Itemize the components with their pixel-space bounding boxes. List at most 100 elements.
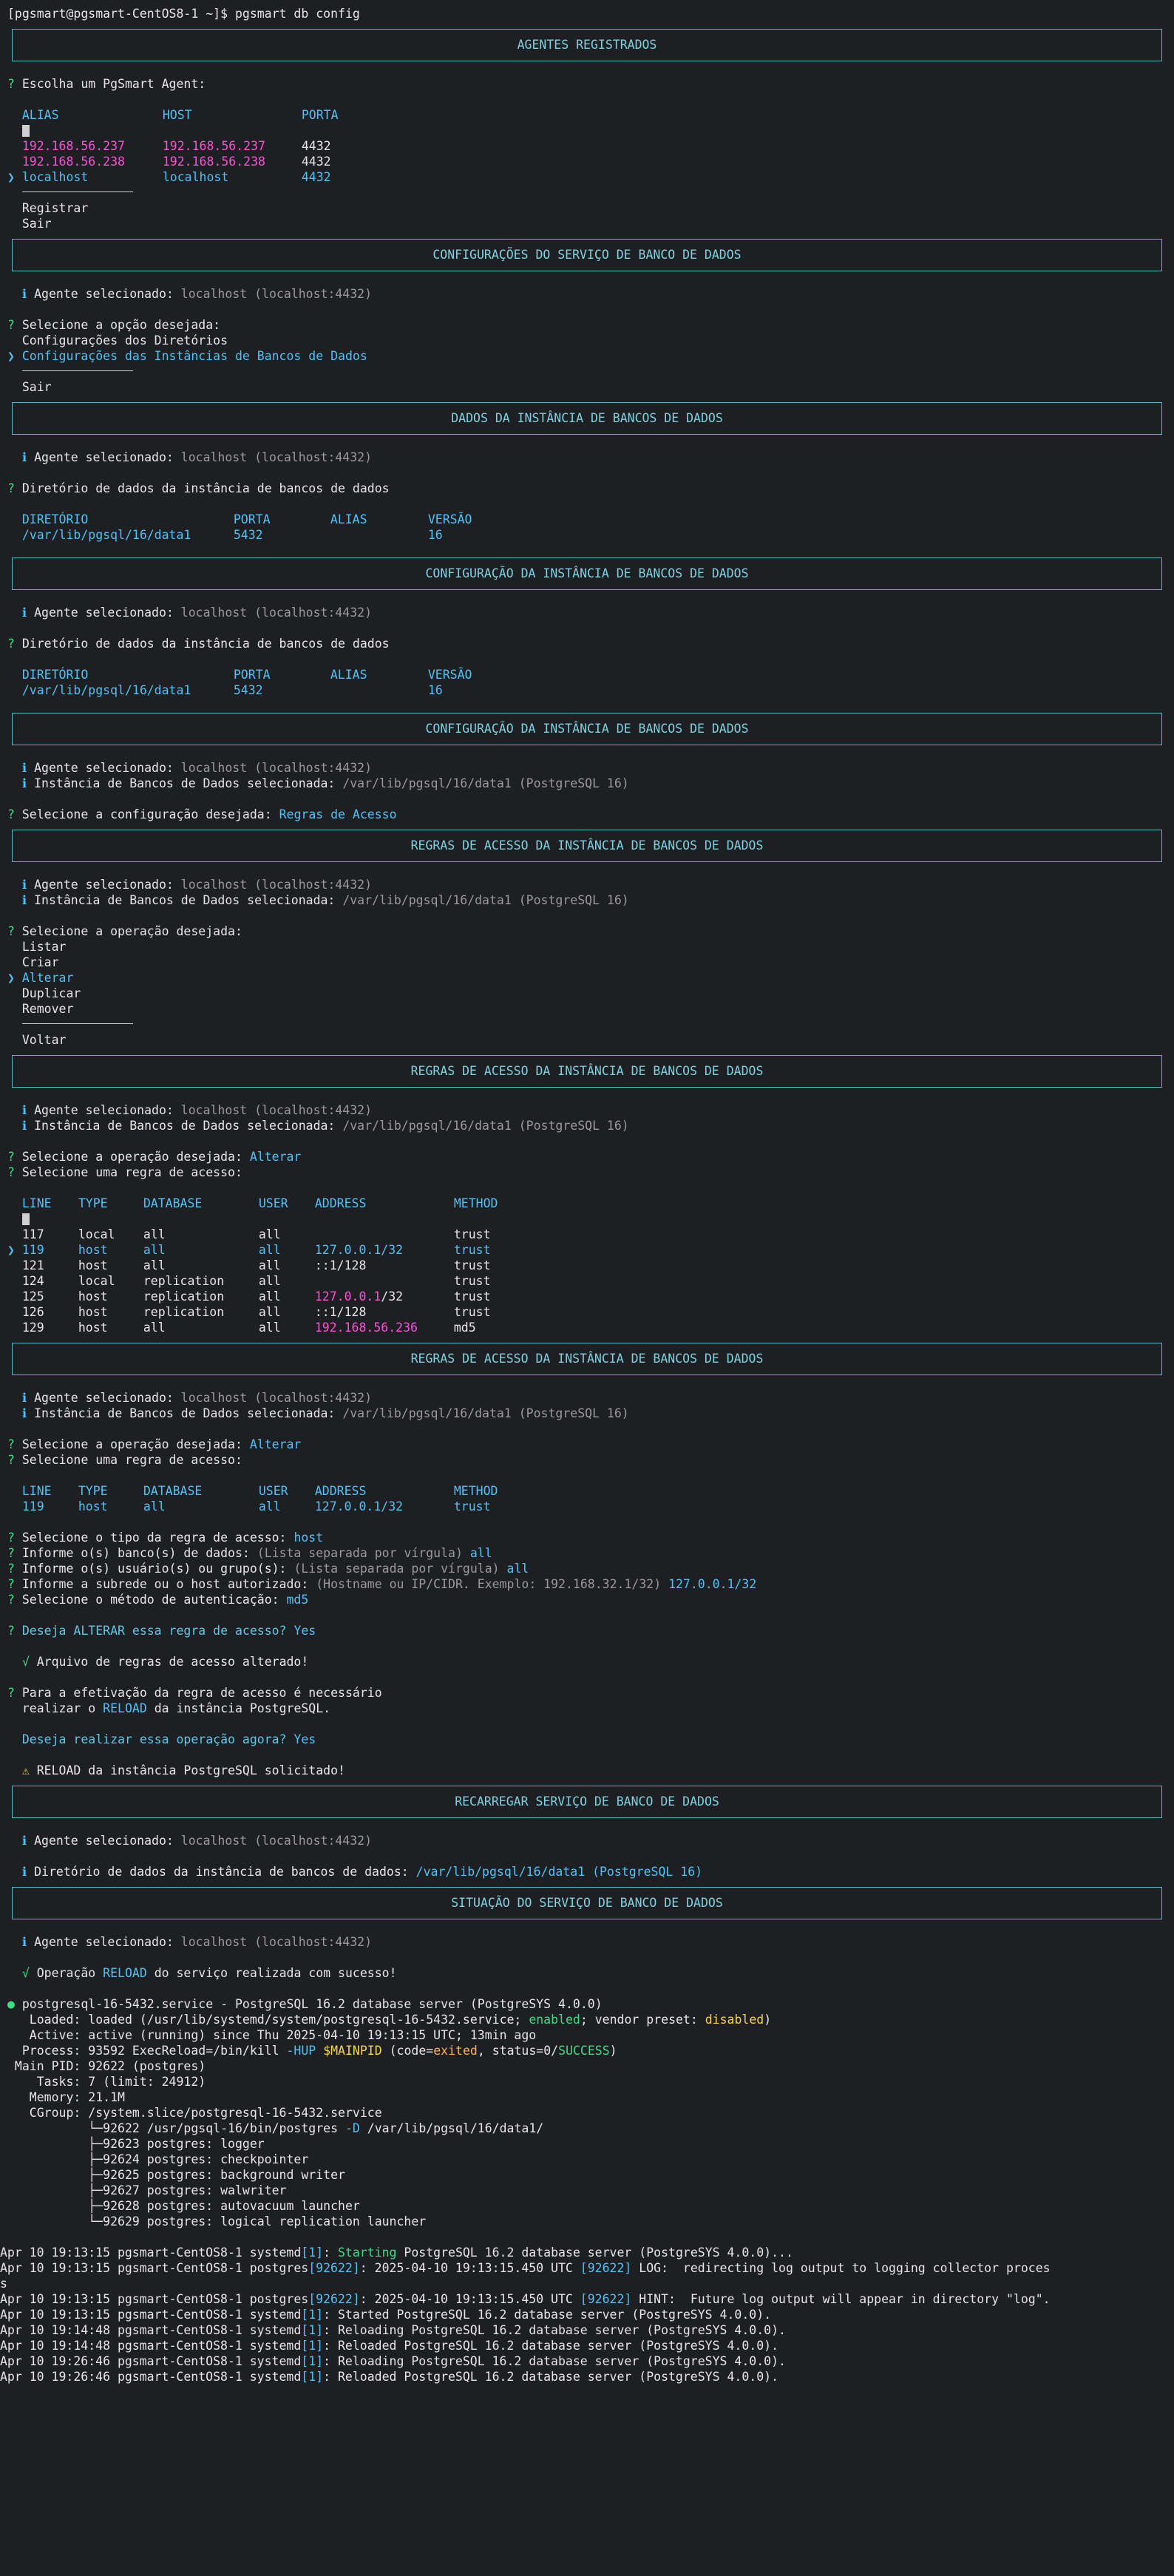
divider [21,191,133,192]
info-line: ℹ Instância de Bancos de Dados seleciona… [21,1119,629,1133]
list-item[interactable]: 192.168.56.237 192.168.56.237 4432 [7,138,1167,154]
separator [7,185,1167,200]
info-line: ℹ Instância de Bancos de Dados seleciona… [21,1406,629,1420]
question-mark-icon: ? [7,1562,22,1576]
table-row[interactable]: 121 host all all::1/128 trust [7,1258,1167,1273]
info-line: ℹ Instância de Bancos de Dados seleciona… [21,893,629,907]
menu-item-sair[interactable]: Sair [7,379,1167,395]
service-pid-line: Main PID: 92622 (postgres) [7,2059,206,2073]
section-header: SITUAÇÃO DO SERVIÇO DE BANCO DE DADOS [12,1887,1162,1919]
log-line: Apr 10 19:13:15 pgsmart-CentOS8-1 system… [0,2308,772,2322]
question-line: ? Selecione a operação desejada: [7,924,242,938]
separator [7,364,1167,379]
log-line: Apr 10 19:14:48 pgsmart-CentOS8-1 system… [0,2339,779,2353]
question-line: ? Selecione o tipo da regra de acesso: h… [7,1531,324,1545]
info-line: ℹ Agente selecionado: localhost (localho… [21,1834,373,1848]
list-item[interactable]: 192.168.56.238 192.168.56.238 4432 [7,154,1167,169]
service-tasks-line: Tasks: 7 (limit: 24912) [7,2075,206,2089]
menu-item-remover[interactable]: Remover [7,1001,1167,1017]
service-cgroup-line: CGroup: /system.slice/postgresql-16-5432… [7,2106,382,2120]
info-line: ℹ Agente selecionado: localhost (localho… [21,878,373,892]
info-icon: ℹ [21,450,35,464]
question-mark-icon: ? [7,1531,22,1545]
status-dot-icon: ● [7,1997,22,2011]
check-icon: √ [21,1655,37,1669]
question-line: ? Selecione a operação desejada: Alterar [7,1150,302,1164]
question-line: ? Selecione uma regra de acesso: [7,1453,242,1467]
question-mark-icon: ? [7,637,22,651]
question-mark-icon: ? [7,1150,22,1164]
table-row-selected[interactable]: ❯ 119 host all all 127.0.0.1/32 trust [7,1242,1167,1258]
table-row[interactable]: 119 host all all 127.0.0.1/32 trust [7,1499,1167,1514]
info-icon: ℹ [21,1119,35,1133]
table-row[interactable]: /var/lib/pgsql/16/data1 5432 16 [7,682,1167,698]
table-row[interactable]: /var/lib/pgsql/16/data1 5432 16 [7,527,1167,543]
table-header: DIRETÓRIO PORTA ALIAS VERSÃO [21,512,472,526]
list-item-selected[interactable]: ❯ localhost localhost 4432 [7,169,1167,185]
process-tree-line: └─92622 /usr/pgsql-16/bin/postgres -D /v… [7,2121,544,2135]
table-row[interactable]: 129 host all all 192.168.56.236 md5 [7,1320,1167,1335]
service-status-line: ● postgresql-16-5432.service - PostgreSQ… [7,1997,603,2011]
question-line: ? Selecione o método de autenticação: md… [7,1593,309,1607]
section-header: REGRAS DE ACESSO DA INSTÂNCIA DE BANCOS … [12,830,1162,862]
question-mark-icon: ? [7,1453,22,1467]
menu-item-alterar-selected[interactable]: ❯ Alterar [7,970,1167,986]
chevron-right-icon: ❯ [7,971,22,985]
menu-item[interactable]: Configurações dos Diretórios [7,333,1167,348]
service-active-line: Active: active (running) since Thu 2025-… [7,2028,537,2042]
log-line: Apr 10 19:26:46 pgsmart-CentOS8-1 system… [0,2354,786,2368]
process-tree-line: ├─92623 postgres: logger [7,2137,265,2151]
shell-prompt: [pgsmart@pgsmart-CentOS8-1 ~]$ pgsmart d… [7,7,360,21]
log-line: s [0,2277,7,2291]
service-loaded-line: Loaded: loaded (/usr/lib/systemd/system/… [7,2013,772,2027]
info-line: ℹ Agente selecionado: localhost (localho… [21,1391,373,1405]
menu-item-sair[interactable]: Sair [7,216,1167,231]
menu-item-listar[interactable]: Listar [7,939,1167,955]
separator [7,1017,1167,1032]
question-line: ? Informe a subrede ou o host autorizado… [7,1577,757,1591]
success-line: √ Arquivo de regras de acesso alterado! [21,1655,309,1669]
terminal-window[interactable]: [pgsmart@pgsmart-CentOS8-1 ~]$ pgsmart d… [0,0,1174,2385]
info-icon: ℹ [21,878,35,892]
info-line: ℹ Instância de Bancos de Dados seleciona… [21,776,629,790]
info-line: ℹ Agente selecionado: localhost (localho… [21,450,373,464]
success-line: √ Operação RELOAD do serviço realizada c… [21,1966,397,1980]
menu-item-criar[interactable]: Criar [7,955,1167,970]
chevron-right-icon: ❯ [7,1243,22,1257]
question-line: ? Informe o(s) usuário(s) ou grupo(s): (… [7,1562,529,1576]
question-line: ? Diretório de dados da instância de ban… [7,481,390,495]
menu-item-voltar[interactable]: Voltar [7,1032,1167,1048]
divider [21,370,133,371]
table-cursor [7,123,1167,138]
table-row[interactable]: 124 local replication all trust [7,1273,1167,1289]
menu-item-registrar[interactable]: Registrar [7,200,1167,216]
menu-item-selected[interactable]: ❯ Configurações das Instâncias de Bancos… [7,348,1167,364]
chevron-right-icon: ❯ [7,349,22,363]
warning-icon: ⚠ [21,1763,37,1777]
info-icon: ℹ [21,606,35,620]
table-header: ALIAS HOST PORTA [21,108,339,122]
section-header: REGRAS DE ACESSO DA INSTÂNCIA DE BANCOS … [12,1343,1162,1375]
service-memory-line: Memory: 21.1M [7,2090,125,2104]
info-line: ℹ Diretório de dados da instância de ban… [21,1865,703,1879]
section-header: CONFIGURAÇÃO DA INSTÂNCIA DE BANCOS DE D… [12,557,1162,590]
process-tree-line: ├─92628 postgres: autovacuum launcher [7,2199,360,2213]
table-header: DIRETÓRIO PORTA ALIAS VERSÃO [21,668,472,682]
table-cursor [7,1211,1167,1227]
log-line: Apr 10 19:14:48 pgsmart-CentOS8-1 system… [0,2323,786,2337]
process-tree-line: ├─92627 postgres: walwriter [7,2183,287,2197]
info-icon: ℹ [21,1865,35,1879]
info-icon: ℹ [21,776,35,790]
info-line: ℹ Agente selecionado: localhost (localho… [21,287,373,301]
menu-item-duplicar[interactable]: Duplicar [7,986,1167,1001]
question-line: ? Deseja ALTERAR essa regra de acesso? Y… [7,1624,316,1638]
question-mark-icon: ? [7,318,22,332]
question-line: ? Selecione a operação desejada: Alterar [7,1437,302,1451]
info-icon: ℹ [21,893,35,907]
table-row[interactable]: 125 host replication all 127.0.0.1/32 trust [7,1289,1167,1304]
info-line: ℹ Agente selecionado: localhost (localho… [21,1935,373,1949]
table-row[interactable]: 126 host replication all::1/128 trust [7,1304,1167,1320]
info-icon: ℹ [21,1834,35,1848]
divider [21,1023,133,1024]
table-row[interactable]: 117 local all all trust [7,1227,1167,1242]
